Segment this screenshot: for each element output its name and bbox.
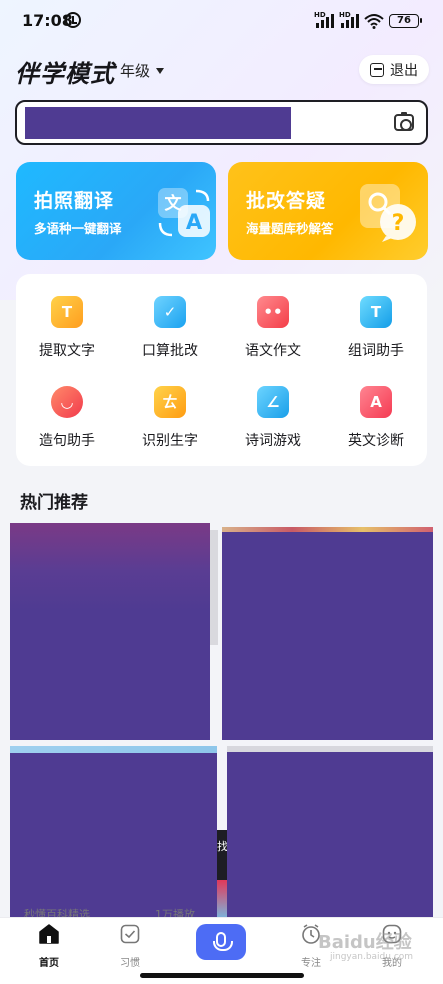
search-input[interactable] bbox=[15, 100, 428, 145]
composition-face-icon: •• bbox=[257, 296, 289, 328]
tool-label: 诗词游戏 bbox=[245, 433, 301, 449]
poetry-game-icon: ∠ bbox=[257, 386, 289, 418]
tool-label: 语文作文 bbox=[245, 343, 301, 359]
exit-label: 退出 bbox=[390, 62, 418, 79]
recommend-tile-3[interactable] bbox=[10, 753, 217, 917]
translate-icon: 文 A bbox=[158, 188, 210, 237]
search-redacted-content bbox=[25, 107, 291, 139]
signal-icon-2 bbox=[341, 14, 359, 28]
page-title: 伴学模式 bbox=[15, 60, 115, 88]
signal-icon-1 bbox=[316, 14, 334, 28]
tool-recognize-char[interactable]: ㄊ 识别生字 bbox=[119, 386, 221, 466]
camera-icon[interactable] bbox=[394, 112, 414, 131]
nav-label: 习惯 bbox=[120, 958, 140, 969]
status-bar: 17:08 HD HD 76 bbox=[0, 0, 443, 42]
svg-text:?: ? bbox=[392, 211, 405, 236]
extract-text-icon: T bbox=[51, 296, 83, 328]
exit-icon bbox=[370, 62, 384, 77]
tile-edge bbox=[210, 530, 218, 645]
battery-icon: 76 bbox=[389, 14, 422, 28]
sentence-smile-icon: ◡ bbox=[51, 386, 83, 418]
tool-label: 造句助手 bbox=[39, 433, 95, 449]
banner-subtitle: 多语种一键翻译 bbox=[34, 221, 122, 236]
home-indicator[interactable] bbox=[140, 973, 304, 978]
home-icon bbox=[39, 924, 59, 944]
tool-label: 提取文字 bbox=[39, 343, 95, 359]
tool-poetry-game[interactable]: ∠ 诗词游戏 bbox=[222, 386, 324, 466]
check-card-icon: ✓ bbox=[154, 296, 186, 328]
tools-card: T 提取文字 ✓ 口算批改 •• 语文作文 T 组词助手 ◡ 造句助手 ㄊ 识别… bbox=[16, 274, 427, 466]
question-bubble-icon: ? bbox=[360, 184, 416, 242]
tool-sentence-helper[interactable]: ◡ 造句助手 bbox=[16, 386, 118, 466]
recommend-tile-1[interactable] bbox=[10, 523, 210, 740]
grade-label: 年级 bbox=[120, 62, 151, 80]
wifi-icon bbox=[364, 14, 384, 29]
caret-down-icon bbox=[156, 67, 165, 74]
tool-mental-math[interactable]: ✓ 口算批改 bbox=[119, 296, 221, 376]
tool-composition[interactable]: •• 语文作文 bbox=[222, 296, 324, 376]
mic-button[interactable] bbox=[196, 924, 246, 960]
mic-icon bbox=[213, 932, 233, 951]
banner-subtitle: 海量题库秒解答 bbox=[246, 221, 334, 236]
banner-title: 批改答疑 bbox=[246, 190, 327, 212]
correct-answer-banner[interactable]: 批改答疑 海量题库秒解答 ? bbox=[228, 162, 428, 260]
recognize-char-icon: ㄊ bbox=[154, 386, 186, 418]
nav-habit[interactable]: 习惯 bbox=[100, 924, 160, 969]
tool-english-diagnosis[interactable]: A 英文诊断 bbox=[325, 386, 427, 466]
watermark-url: jingyan.baidu.com bbox=[330, 952, 414, 962]
tool-label: 识别生字 bbox=[142, 433, 198, 449]
word-helper-icon: T bbox=[360, 296, 392, 328]
avatar bbox=[217, 880, 227, 917]
tool-word-helper[interactable]: T 组词助手 bbox=[325, 296, 427, 376]
section-title: 热门推荐 bbox=[20, 493, 88, 513]
svg-text:A: A bbox=[186, 210, 203, 234]
photo-translate-banner[interactable]: 拍照翻译 多语种一键翻译 文 A bbox=[16, 162, 216, 260]
tool-label: 英文诊断 bbox=[348, 433, 404, 449]
banner-title: 拍照翻译 bbox=[34, 190, 115, 212]
nav-label: 首页 bbox=[39, 958, 59, 969]
nav-home[interactable]: 首页 bbox=[19, 924, 79, 969]
grade-selector[interactable]: 年级 bbox=[120, 60, 165, 81]
alarm-icon bbox=[65, 12, 81, 28]
english-diagnosis-icon: A bbox=[360, 386, 392, 418]
tool-label: 口算批改 bbox=[142, 343, 198, 359]
tool-extract-text[interactable]: T 提取文字 bbox=[16, 296, 118, 376]
watermark-logo: Baidu经验 bbox=[318, 932, 412, 953]
recommend-tile-2[interactable] bbox=[222, 532, 433, 740]
exit-button[interactable]: 退出 bbox=[359, 55, 429, 84]
habit-check-icon bbox=[120, 924, 140, 944]
recommend-tile-4[interactable] bbox=[227, 752, 433, 917]
tool-label: 组词助手 bbox=[348, 343, 404, 359]
